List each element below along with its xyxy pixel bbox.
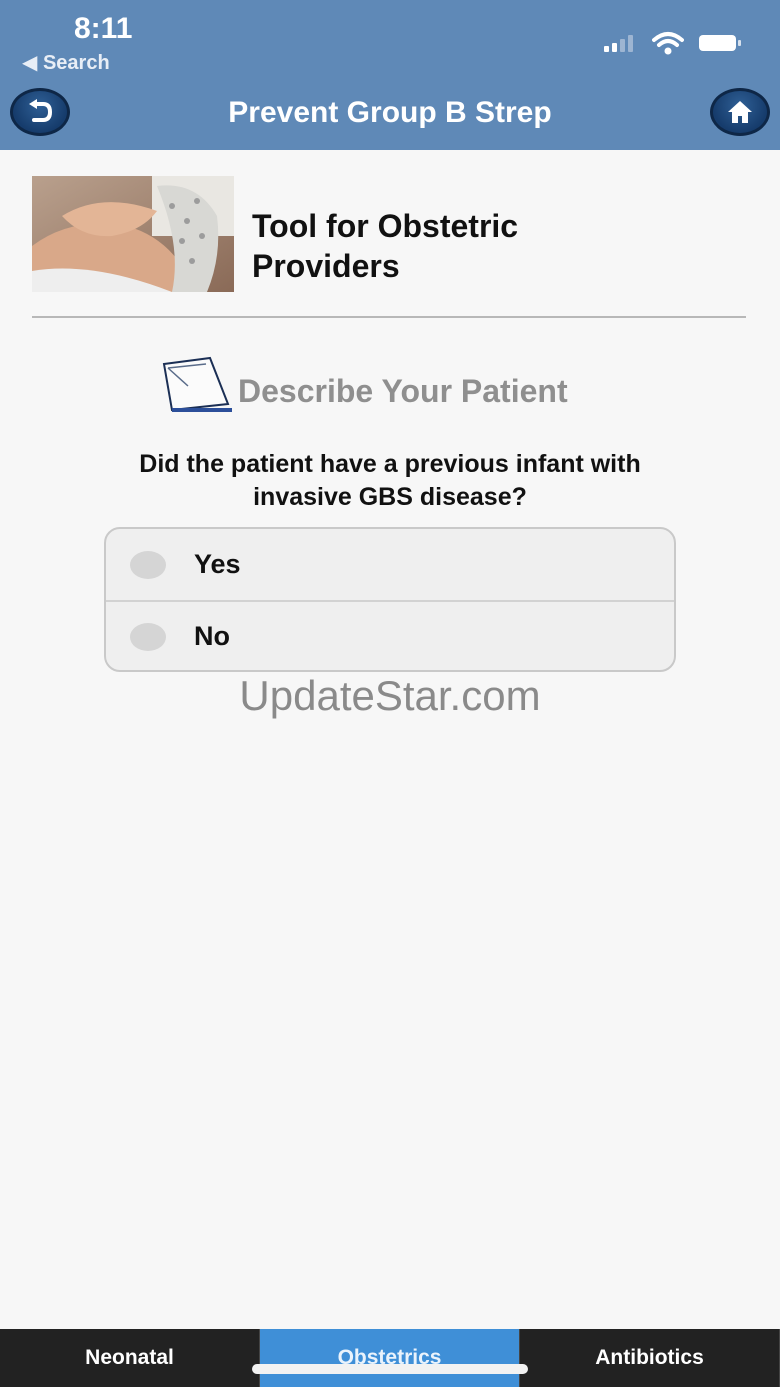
status-icons: [604, 30, 742, 56]
back-to-search-link[interactable]: ◀ Search: [22, 50, 110, 75]
home-indicator[interactable]: [252, 1364, 528, 1374]
patient-photo: [32, 176, 234, 292]
status-time: 8:11: [74, 12, 133, 45]
back-to-search-label: Search: [42, 52, 110, 74]
page-title: Tool for Obstetric Providers: [252, 206, 518, 286]
tab-obstetrics[interactable]: Obstetrics: [260, 1329, 520, 1387]
question-line2: invasive GBS disease?: [253, 483, 527, 511]
option-no[interactable]: No: [106, 600, 674, 670]
home-button[interactable]: [710, 88, 770, 136]
small-back-triangle-icon: ◀: [22, 52, 38, 74]
tab-neonatal[interactable]: Neonatal: [0, 1329, 260, 1387]
radio-yes[interactable]: [130, 550, 166, 579]
option-yes-label: Yes: [194, 549, 241, 579]
option-no-label: No: [194, 621, 230, 651]
radio-no[interactable]: [130, 622, 166, 651]
tab-antibiotics[interactable]: Antibiotics: [520, 1329, 780, 1387]
section-heading: Describe Your Patient: [158, 356, 568, 416]
battery-icon: [699, 35, 741, 51]
option-yes[interactable]: Yes: [106, 529, 674, 600]
question-line1: Did the patient have a previous infant w…: [139, 450, 641, 478]
wifi-icon: [652, 32, 684, 55]
page-title-line1: Tool for Obstetric: [252, 208, 519, 244]
watermark: UpdateStar.com: [239, 672, 541, 719]
top-bar: 8:11 ◀ Search Prevent Group B Strep: [0, 0, 780, 150]
signal-icon: [604, 35, 633, 52]
home-icon: [728, 101, 752, 123]
question-text: Did the patient have a previous infant w…: [40, 448, 740, 514]
nav-title: Prevent Group B Strep: [228, 96, 552, 129]
clipboard-icon: [162, 356, 232, 412]
tab-bar: Neonatal Obstetrics Antibiotics: [0, 1329, 780, 1387]
answer-options: Yes No: [104, 527, 676, 672]
divider: [32, 316, 746, 318]
page-title-line2: Providers: [252, 248, 400, 284]
section-title: Describe Your Patient: [238, 373, 568, 409]
